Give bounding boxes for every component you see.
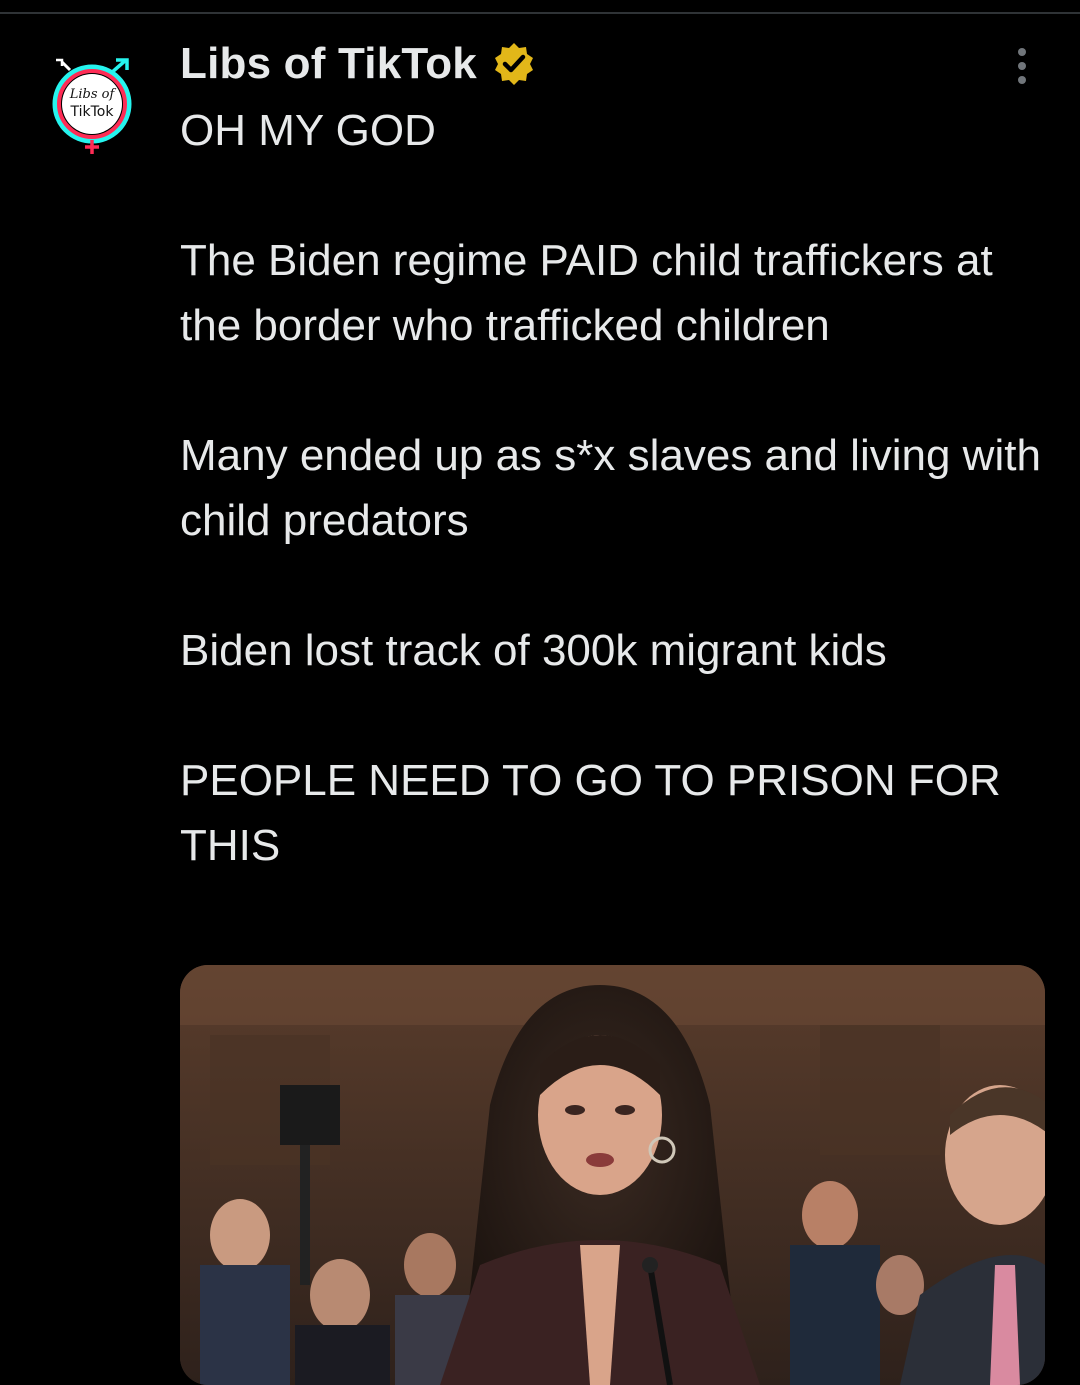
post-text: OH MY GOD The Biden regime PAID child tr… bbox=[180, 98, 1060, 878]
author-display-name[interactable]: Libs of TikTok bbox=[180, 39, 477, 89]
post-media-image[interactable] bbox=[180, 965, 1045, 1385]
post-paragraph: OH MY GOD bbox=[180, 106, 436, 155]
post-header: Libs of TikTok bbox=[180, 36, 537, 92]
post-paragraph: Many ended up as s*x slaves and living w… bbox=[180, 431, 1041, 545]
avatar[interactable]: Libs of TikTok bbox=[48, 58, 138, 154]
top-divider bbox=[0, 12, 1080, 14]
post-paragraph: PEOPLE NEED TO GO TO PRISON FOR THIS bbox=[180, 756, 1001, 870]
post-paragraph: The Biden regime PAID child traffickers … bbox=[180, 236, 993, 350]
avatar-text-line2: TikTok bbox=[70, 104, 115, 120]
avatar-logo: Libs of TikTok bbox=[52, 58, 132, 154]
avatar-text-line1: Libs of bbox=[69, 87, 117, 102]
more-options-icon[interactable] bbox=[1000, 44, 1044, 88]
verified-badge-icon[interactable] bbox=[491, 41, 537, 87]
post-paragraph: Biden lost track of 300k migrant kids bbox=[180, 626, 887, 675]
